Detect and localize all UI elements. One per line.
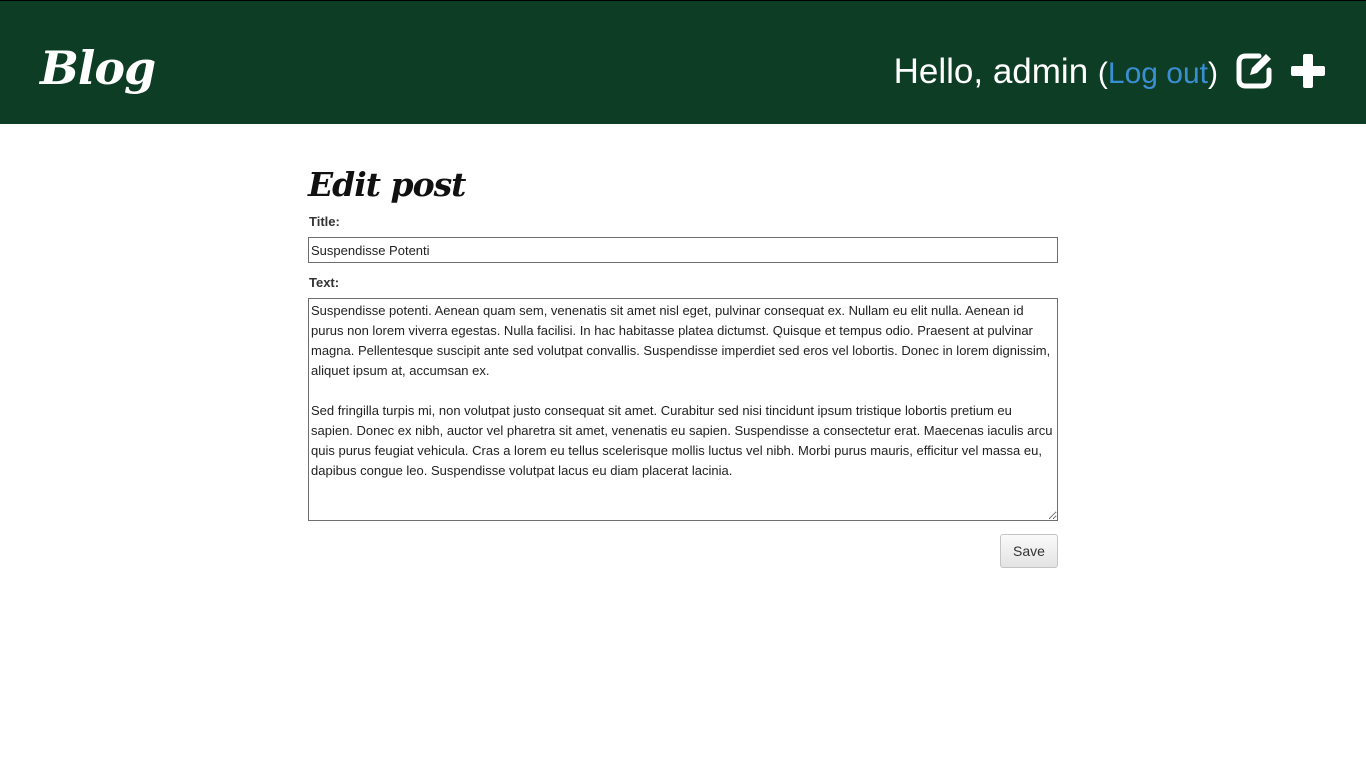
plus-icon [1291, 54, 1325, 88]
paren-open: ( [1097, 57, 1108, 90]
edit-post-form: Edit post Title: Text: Suspendisse poten… [308, 160, 1058, 568]
title-label: Title: [309, 214, 340, 229]
add-post-button[interactable] [1290, 53, 1326, 89]
paren-close: ) [1208, 57, 1218, 90]
user-greeting: Hello, admin (Log out) [894, 51, 1218, 95]
text-textarea[interactable]: Suspendisse potenti. Aenean quam sem, ve… [308, 298, 1058, 521]
text-label: Text: [309, 275, 340, 290]
brand-logo-link[interactable]: Blog [40, 39, 156, 97]
page-title: Edit post [308, 165, 466, 204]
form-actions: Save [308, 534, 1058, 568]
logout-link[interactable]: Log out [1108, 57, 1208, 90]
edit-icon [1236, 53, 1272, 89]
save-button[interactable]: Save [1000, 534, 1058, 568]
greeting-text: Hello, admin [893, 52, 1089, 91]
title-input[interactable] [308, 237, 1058, 263]
site-header: Blog Hello, admin (Log out) [0, 0, 1366, 124]
edit-post-button[interactable] [1236, 51, 1274, 89]
